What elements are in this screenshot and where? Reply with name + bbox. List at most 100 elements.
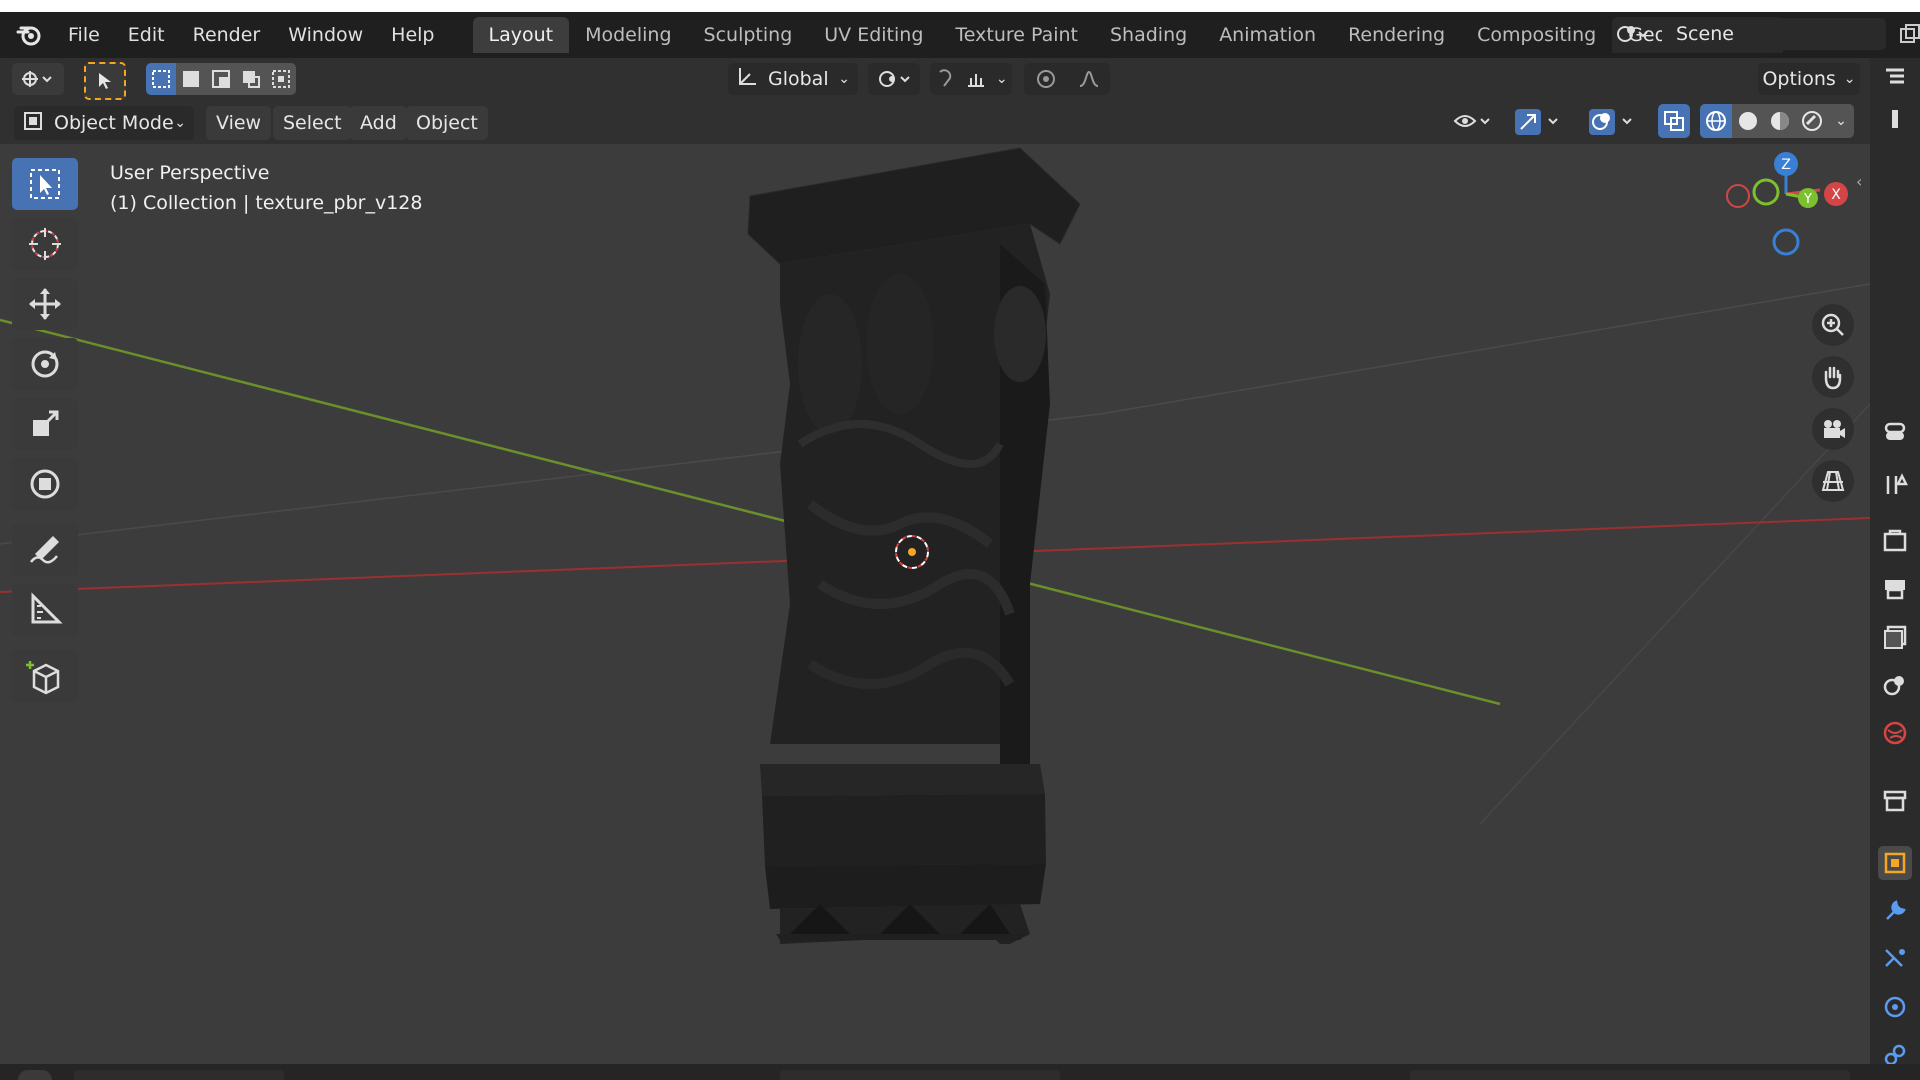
tab-compositing[interactable]: Compositing <box>1461 17 1612 53</box>
menu-render[interactable]: Render <box>179 12 275 58</box>
mode-set-icon[interactable] <box>146 63 176 95</box>
tab-uv-editing[interactable]: UV Editing <box>808 17 939 53</box>
modifier-properties-icon[interactable] <box>1878 894 1912 928</box>
menu-select[interactable]: Select <box>273 106 352 140</box>
tab-rendering[interactable]: Rendering <box>1332 17 1461 53</box>
tools-icon[interactable] <box>1878 468 1912 502</box>
menu-edit[interactable]: Edit <box>114 12 179 58</box>
gizmo-z-label: Z <box>1781 157 1791 173</box>
visibility-icon[interactable] <box>1446 104 1500 138</box>
mode-extend-icon[interactable] <box>176 63 206 95</box>
overlays-toggle-icon[interactable] <box>1582 104 1642 138</box>
object-mode-dropdown[interactable]: Object Mode ⌄ <box>14 106 194 140</box>
tool-header: Global ⌄ ⌄ Options ⌄ <box>0 58 1870 100</box>
editor-type-icon[interactable] <box>12 63 64 95</box>
select-box-tool[interactable] <box>12 158 78 210</box>
tab-animation[interactable]: Animation <box>1203 17 1332 53</box>
gizmo-toggle-icon[interactable] <box>1508 104 1568 138</box>
annotate-tool[interactable] <box>12 524 78 576</box>
3d-viewport[interactable]: Z X Y ‹ <box>0 144 1870 1064</box>
chevron-down-icon: ⌄ <box>174 115 186 131</box>
menu-file[interactable]: File <box>54 12 114 58</box>
shading-options-icon[interactable]: ⌄ <box>1828 104 1854 138</box>
pivot-point-dropdown[interactable] <box>868 63 920 95</box>
view-layer-icon[interactable] <box>1878 620 1912 654</box>
wireframe-shading-icon[interactable] <box>1700 104 1732 138</box>
add-cube-tool[interactable] <box>12 650 78 702</box>
particles-properties-icon[interactable] <box>1878 942 1912 976</box>
object-properties-icon[interactable] <box>1878 846 1912 880</box>
scene-selector: Scene ✕ <box>1610 18 1920 50</box>
proportional-editing-icon[interactable] <box>1024 63 1110 95</box>
shading-mode-group: ⌄ <box>1700 104 1854 138</box>
pan-hand-icon[interactable] <box>1812 356 1854 398</box>
menu-help[interactable]: Help <box>377 12 448 58</box>
world-properties-icon[interactable] <box>1878 716 1912 750</box>
menu-window[interactable]: Window <box>274 12 377 58</box>
toolbox <box>12 158 82 710</box>
playback-controls[interactable] <box>780 1070 1060 1080</box>
gizmo-y-label: Y <box>1803 192 1812 207</box>
playback-dropdown[interactable] <box>74 1070 284 1080</box>
transform-tool[interactable] <box>12 458 78 510</box>
navigation-gizmo[interactable]: Z X Y <box>1710 150 1870 280</box>
move-tool[interactable] <box>12 278 78 330</box>
object-mode-icon <box>22 110 44 137</box>
main-menu: File Edit Render Window Help <box>54 12 449 58</box>
outliner-icon[interactable] <box>1878 62 1912 96</box>
tool-properties-icon[interactable] <box>1878 414 1912 448</box>
chevron-down-icon: ⌄ <box>1843 71 1856 87</box>
render-properties-icon[interactable] <box>1878 524 1912 558</box>
scale-tool[interactable] <box>12 398 78 450</box>
menu-view[interactable]: View <box>206 106 272 140</box>
transform-orientation-dropdown[interactable]: Global ⌄ <box>728 63 858 95</box>
scene-name-field[interactable]: Scene <box>1662 18 1886 50</box>
perspective-label: User Perspective <box>110 162 270 184</box>
output-properties-icon[interactable] <box>1878 572 1912 606</box>
scene-properties-icon[interactable] <box>1878 668 1912 702</box>
rotate-tool[interactable] <box>12 338 78 390</box>
viewport-scene <box>0 147 1870 944</box>
solid-shading-icon[interactable] <box>1732 104 1764 138</box>
mode-intersect-icon[interactable] <box>266 63 296 95</box>
new-scene-icon[interactable] <box>1892 18 1920 50</box>
mode-subtract-icon[interactable] <box>206 63 236 95</box>
corbel-model[interactable] <box>747 147 1081 944</box>
measure-tool[interactable] <box>12 584 78 636</box>
timeline-header <box>0 1064 1920 1080</box>
camera-view-icon[interactable] <box>1812 408 1854 450</box>
xray-toggle-icon[interactable] <box>1658 104 1690 138</box>
tab-shading[interactable]: Shading <box>1094 17 1203 53</box>
menu-add[interactable]: Add <box>350 106 407 140</box>
timeline-editor-icon[interactable] <box>18 1070 52 1080</box>
scene-icon[interactable] <box>1610 18 1654 50</box>
orientation-label: Global <box>768 68 829 90</box>
menu-object[interactable]: Object <box>406 106 488 140</box>
snap-toggle-icon[interactable]: ⌄ <box>930 63 1012 95</box>
physics-properties-icon[interactable] <box>1878 990 1912 1024</box>
collapse-sidebar-icon[interactable]: ‹ <box>1856 172 1862 191</box>
options-label: Options <box>1762 68 1836 90</box>
mode-invert-icon[interactable] <box>236 63 266 95</box>
collection-label: (1) Collection | texture_pbr_v128 <box>110 192 423 214</box>
blender-logo-icon[interactable] <box>14 20 44 50</box>
active-tool-icon[interactable] <box>84 62 126 100</box>
tab-modeling[interactable]: Modeling <box>569 17 687 53</box>
frame-range[interactable] <box>1410 1070 1850 1080</box>
zoom-icon[interactable] <box>1812 304 1854 346</box>
rendered-shading-icon[interactable] <box>1796 104 1828 138</box>
tab-texture-paint[interactable]: Texture Paint <box>939 17 1094 53</box>
chevron-down-icon: ⌄ <box>838 71 850 87</box>
outliner-filter-icon[interactable] <box>1878 102 1912 136</box>
selection-mode-group <box>146 63 296 95</box>
cursor-tool[interactable] <box>12 218 78 270</box>
tab-layout[interactable]: Layout <box>472 17 570 53</box>
options-dropdown[interactable]: Options ⌄ <box>1758 63 1860 95</box>
collection-properties-icon[interactable] <box>1878 784 1912 818</box>
workspace-tabs: Layout Modeling Sculpting UV Editing Tex… <box>472 17 1783 53</box>
orientation-icon <box>736 66 758 93</box>
perspective-toggle-icon[interactable] <box>1812 460 1854 502</box>
tab-sculpting[interactable]: Sculpting <box>688 17 809 53</box>
gizmo-x-label: X <box>1831 187 1841 203</box>
material-shading-icon[interactable] <box>1764 104 1796 138</box>
